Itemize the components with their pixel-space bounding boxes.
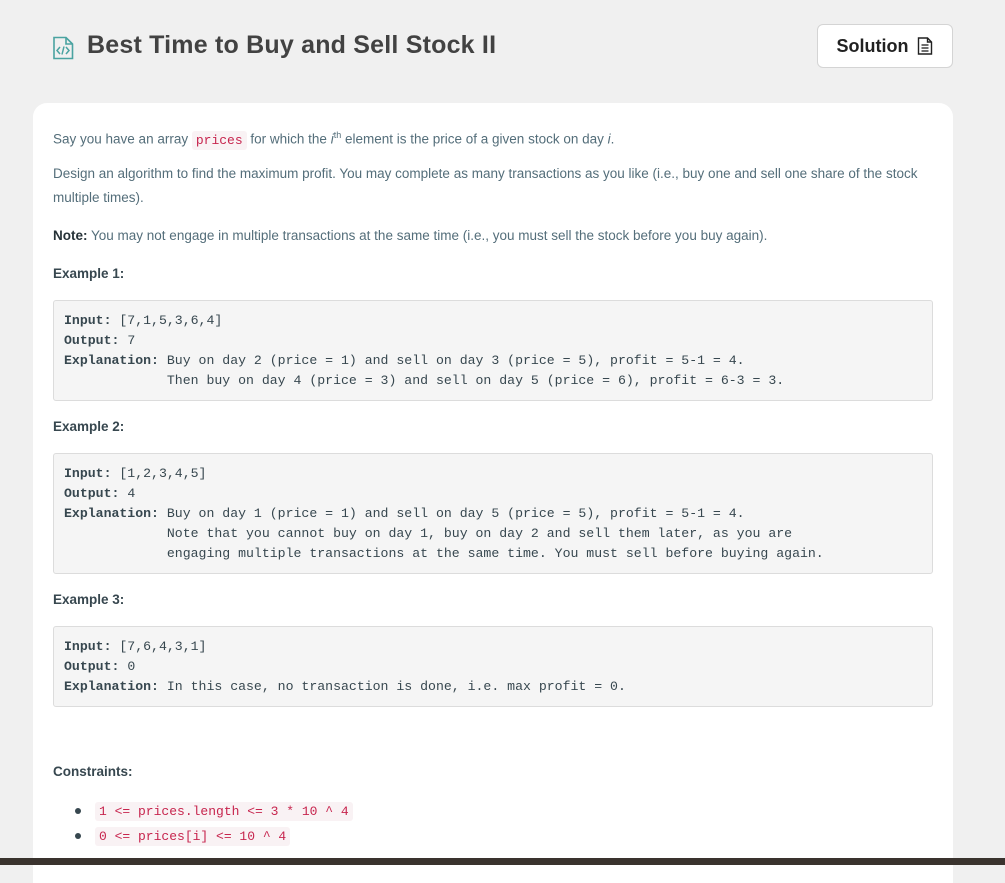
header: Best Time to Buy and Sell Stock II Solut… <box>0 0 1005 96</box>
code-file-icon <box>53 36 74 60</box>
page-title: Best Time to Buy and Sell Stock II <box>87 31 497 59</box>
constraint-item: 1 <= prices.length <= 3 * 10 ^ 4 <box>73 798 353 823</box>
constraints-title: Constraints: <box>53 764 133 779</box>
problem-description-card: Say you have an array prices for which t… <box>33 103 953 883</box>
description-paragraph-1: Say you have an array prices for which t… <box>53 130 615 150</box>
inline-code-prices: prices <box>191 130 247 150</box>
constraints-list: 1 <= prices.length <= 3 * 10 ^ 4 0 <= pr… <box>73 798 353 848</box>
example-3-title: Example 3: <box>53 592 125 607</box>
solution-button[interactable]: Solution <box>817 24 953 68</box>
example-2-code-block: Input: [1,2,3,4,5] Output: 4 Explanation… <box>53 453 933 574</box>
constraint-item: 0 <= prices[i] <= 10 ^ 4 <box>73 823 353 848</box>
description-paragraph-2: Design an algorithm to find the maximum … <box>53 166 918 205</box>
document-icon <box>918 37 933 55</box>
note-paragraph: Note: You may not engage in multiple tra… <box>53 228 768 243</box>
bottom-edge-bar <box>0 858 1005 865</box>
note-label: Note: <box>53 228 88 243</box>
example-1-code-block: Input: [7,1,5,3,6,4] Output: 7 Explanati… <box>53 300 933 401</box>
example-3-code-block: Input: [7,6,4,3,1] Output: 0 Explanation… <box>53 626 933 707</box>
solution-button-label: Solution <box>836 35 909 56</box>
example-1-title: Example 1: <box>53 266 125 281</box>
example-2-title: Example 2: <box>53 419 125 434</box>
